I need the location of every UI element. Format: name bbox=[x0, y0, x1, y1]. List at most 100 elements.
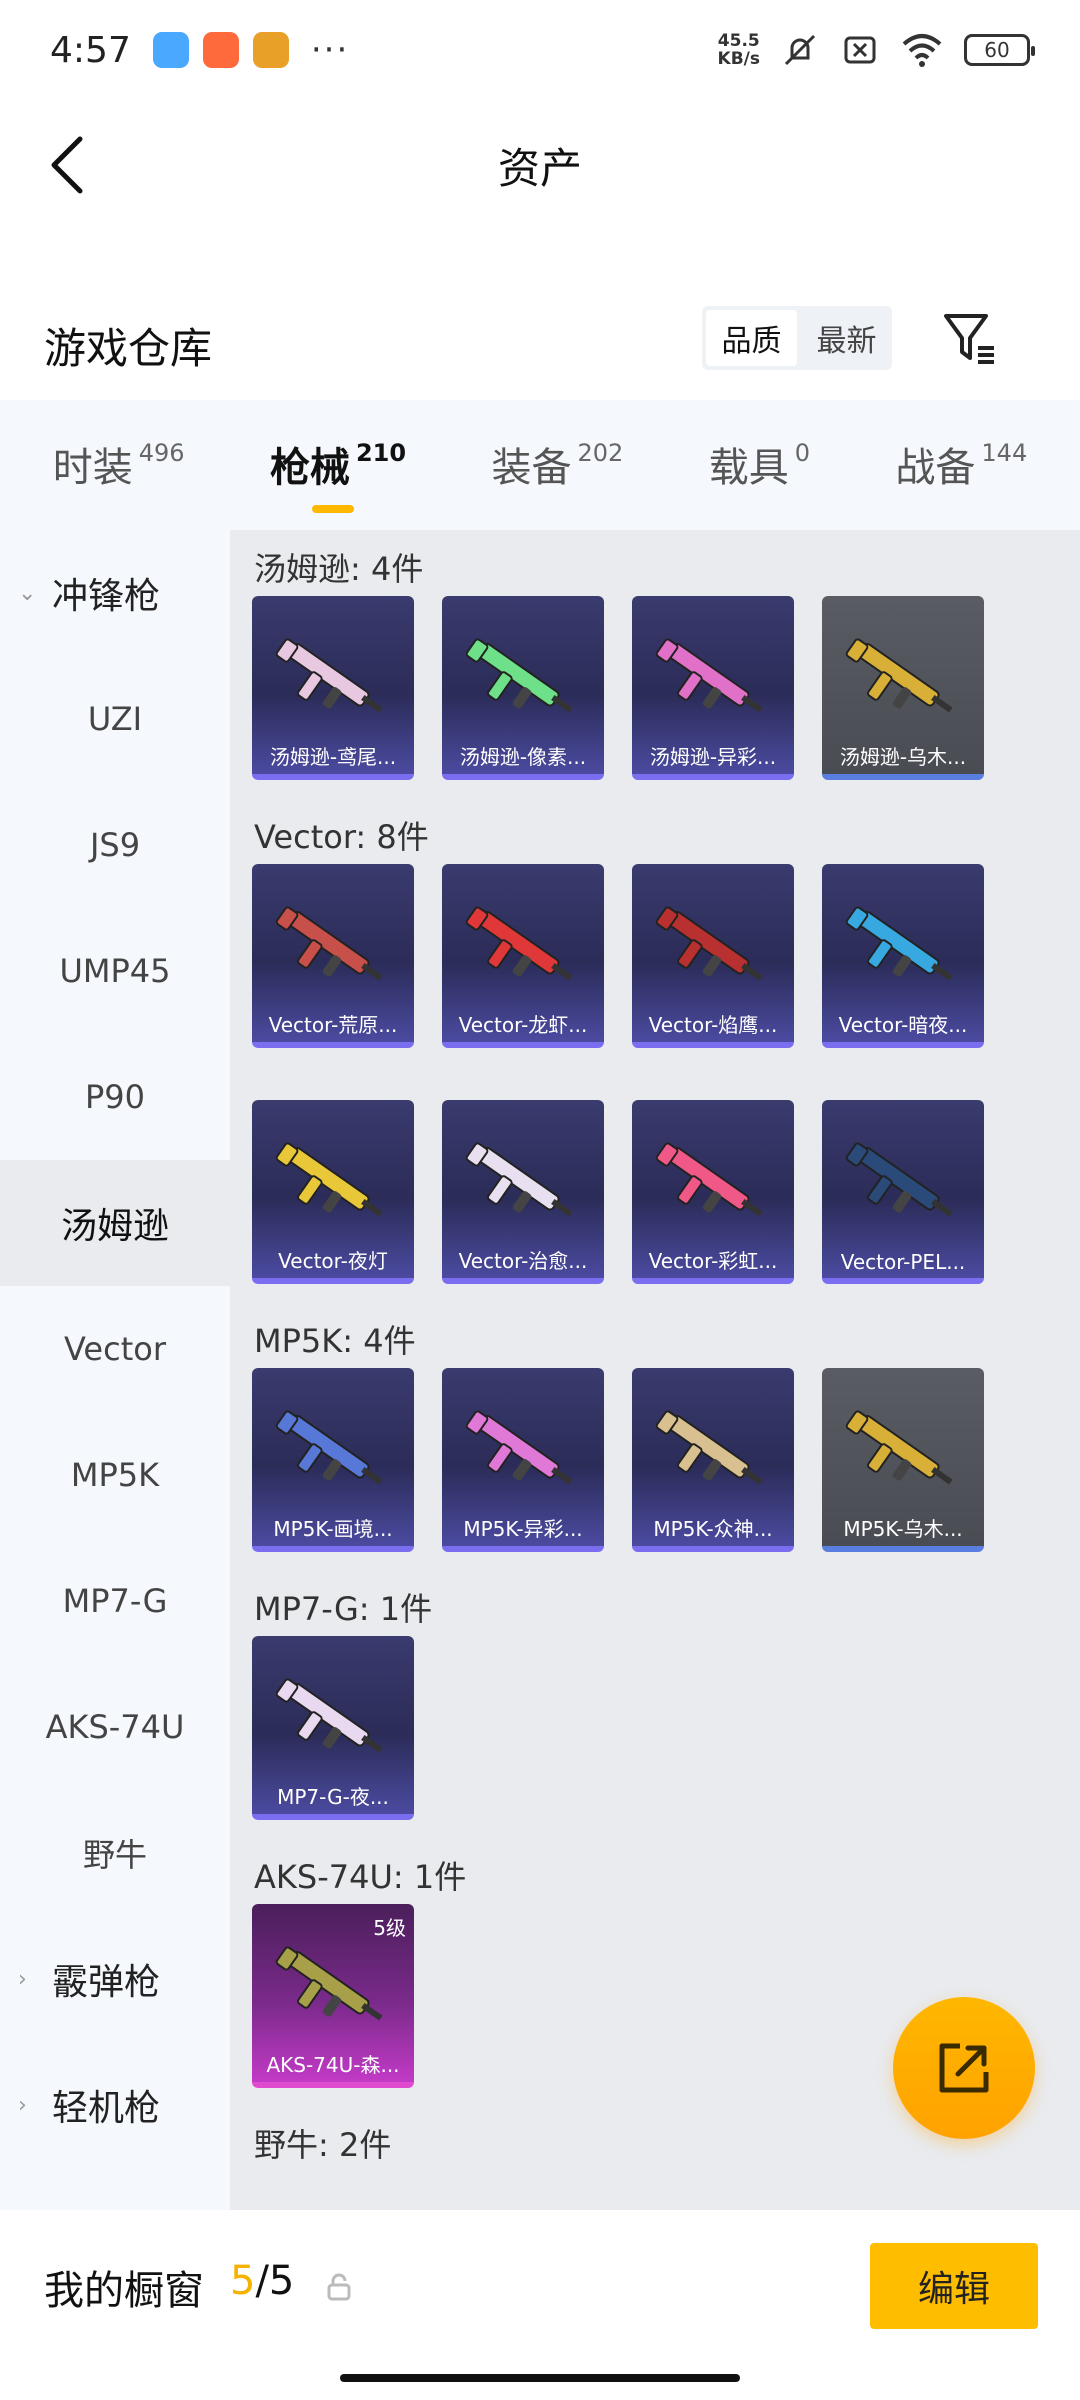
sidebar-item-label: MP7-G bbox=[62, 1582, 168, 1620]
filter-button[interactable] bbox=[940, 308, 1000, 368]
weapon-skin-image bbox=[842, 624, 964, 734]
warehouse-title: 游戏仓库 bbox=[44, 323, 213, 373]
sidebar-item-label: Vector bbox=[64, 1330, 166, 1368]
weapon-skin-image bbox=[462, 1396, 584, 1506]
sidebar-item[interactable]: UMP45 bbox=[0, 908, 230, 1034]
status-bar: 4:57 ··· 45.5 KB/s 60 bbox=[0, 0, 1080, 100]
item-card[interactable]: MP5K-异彩... bbox=[442, 1368, 604, 1552]
item-card[interactable]: Vector-PEL... bbox=[822, 1100, 984, 1284]
item-card[interactable]: Vector-治愈... bbox=[442, 1100, 604, 1284]
weapon-skin-image bbox=[272, 1664, 394, 1774]
weapon-skin-image bbox=[462, 624, 584, 734]
sidebar-item[interactable]: Vector bbox=[0, 1286, 230, 1412]
weapon-skin-image bbox=[842, 892, 964, 1002]
home-indicator[interactable] bbox=[340, 2374, 740, 2382]
group-title: AKS-74U: 1件 bbox=[254, 1858, 467, 1896]
item-name: 汤姆逊-异彩... bbox=[649, 745, 777, 769]
mute-icon bbox=[784, 34, 816, 66]
item-card[interactable]: Vector-彩虹... bbox=[632, 1100, 794, 1284]
group-title: MP5K: 4件 bbox=[254, 1322, 416, 1360]
battery-icon: 60 bbox=[964, 34, 1035, 66]
tab-equipment[interactable]: 装备 202 bbox=[491, 435, 623, 495]
category-tabs: 时装 496 枪械 210 装备 202 载具 0 战备 144 bbox=[0, 400, 1080, 530]
app-notification-icon bbox=[202, 32, 239, 68]
edit-button[interactable]: 编辑 bbox=[870, 2243, 1038, 2329]
sidebar-item-label: 霰弹枪 bbox=[52, 1962, 161, 2003]
sidebar-item-label: 轻机枪 bbox=[52, 2088, 161, 2129]
showcase-count-current: 5 bbox=[230, 2258, 256, 2304]
group-title: 野牛: 2件 bbox=[254, 2126, 392, 2164]
item-name: 汤姆逊-鸢尾... bbox=[269, 745, 397, 769]
item-card[interactable]: Vector-焰鹰... bbox=[632, 864, 794, 1048]
item-card[interactable]: Vector-荒原... bbox=[252, 864, 414, 1048]
sim-off-icon bbox=[844, 36, 876, 64]
item-card[interactable]: 5级 AKS-74U-森... bbox=[252, 1904, 414, 2088]
item-name: Vector-治愈... bbox=[458, 1249, 588, 1273]
sidebar-item[interactable]: UZI bbox=[0, 656, 230, 782]
item-card[interactable]: MP5K-乌木... bbox=[822, 1368, 984, 1552]
sort-option-quality[interactable]: 品质 bbox=[706, 310, 797, 366]
sidebar-item[interactable]: AKS-74U bbox=[0, 1664, 230, 1790]
sidebar-category[interactable]: › 霰弹枪 bbox=[0, 1916, 230, 2042]
item-name: MP5K-众神... bbox=[653, 1517, 773, 1541]
more-notifications-icon: ··· bbox=[310, 30, 350, 70]
weapon-skin-image bbox=[652, 624, 774, 734]
tab-count: 496 bbox=[138, 439, 185, 467]
sidebar-category[interactable]: › 轻机枪 bbox=[0, 2042, 230, 2168]
item-name: Vector-暗夜... bbox=[838, 1013, 968, 1037]
back-button[interactable] bbox=[38, 130, 98, 200]
sidebar-item[interactable]: JS9 bbox=[0, 782, 230, 908]
tab-label: 时装 bbox=[52, 445, 133, 491]
tab-label: 战备 bbox=[895, 445, 976, 491]
item-card[interactable]: 汤姆逊-异彩... bbox=[632, 596, 794, 780]
sidebar-item[interactable]: P90 bbox=[0, 1034, 230, 1160]
sidebar-item-label: UZI bbox=[87, 700, 143, 738]
lock-icon bbox=[327, 2273, 351, 2301]
sidebar-item-label: 冲锋枪 bbox=[52, 576, 161, 617]
share-button[interactable] bbox=[893, 1997, 1035, 2139]
item-card[interactable]: MP5K-众神... bbox=[632, 1368, 794, 1552]
item-level-badge: 5级 bbox=[373, 1916, 406, 1940]
item-card[interactable]: MP5K-画境... bbox=[252, 1368, 414, 1552]
tab-firearms[interactable]: 枪械 210 bbox=[270, 435, 406, 513]
tab-fashion[interactable]: 时装 496 bbox=[53, 435, 185, 495]
weapon-skin-image bbox=[462, 892, 584, 1002]
status-right: 45.5 KB/s 60 bbox=[717, 30, 1035, 70]
chevron-right-icon: › bbox=[18, 1966, 27, 1992]
warehouse-header: 游戏仓库 品质 最新 bbox=[0, 290, 1080, 400]
item-card[interactable]: MP7-G-夜... bbox=[252, 1636, 414, 1820]
app-notification-icon bbox=[252, 32, 289, 68]
tab-vehicles[interactable]: 载具 0 bbox=[709, 435, 810, 495]
item-name: MP7-G-夜... bbox=[277, 1785, 389, 1809]
chevron-left-icon bbox=[51, 136, 83, 194]
sort-option-newest[interactable]: 最新 bbox=[801, 306, 892, 370]
item-card[interactable]: Vector-夜灯 bbox=[252, 1100, 414, 1284]
item-card[interactable]: 汤姆逊-乌木... bbox=[822, 596, 984, 780]
wifi-icon bbox=[902, 34, 942, 67]
showcase-bar: 我的橱窗 5/5 编辑 bbox=[0, 2210, 1080, 2400]
group-title: 汤姆逊: 4件 bbox=[254, 550, 424, 588]
item-card[interactable]: Vector-暗夜... bbox=[822, 864, 984, 1048]
weapon-sidebar: ⌄ 冲锋枪 UZI JS9 UMP45 P90 汤姆逊 Vector MP5K MP7-G AKS-… bbox=[0, 530, 230, 2210]
weapon-skin-image bbox=[272, 1396, 394, 1506]
item-name: Vector-焰鹰... bbox=[648, 1013, 778, 1037]
status-time: 4:57 bbox=[50, 29, 131, 71]
tab-label: 装备 bbox=[491, 445, 572, 491]
tab-combat-gear[interactable]: 战备 144 bbox=[895, 435, 1027, 495]
net-speed: 45.5 KB/s bbox=[717, 31, 760, 69]
weapon-skin-image bbox=[272, 1932, 394, 2042]
sidebar-item[interactable]: MP7-G bbox=[0, 1538, 230, 1664]
sidebar-item[interactable]: MP5K bbox=[0, 1412, 230, 1538]
sidebar-item-label: MP5K bbox=[70, 1456, 160, 1494]
page-title: 资产 bbox=[497, 143, 582, 193]
item-card[interactable]: Vector-龙虾... bbox=[442, 864, 604, 1048]
sidebar-category[interactable]: ⌄ 冲锋枪 bbox=[0, 530, 230, 656]
filter-icon bbox=[944, 314, 994, 364]
item-card[interactable]: 汤姆逊-鸢尾... bbox=[252, 596, 414, 780]
item-card[interactable]: 汤姆逊-像素... bbox=[442, 596, 604, 780]
sidebar-item[interactable]: 野牛 bbox=[0, 1790, 230, 1916]
sidebar-item-label: P90 bbox=[84, 1078, 145, 1116]
item-name: 汤姆逊-乌木... bbox=[839, 745, 967, 769]
sidebar-item[interactable]: 汤姆逊 bbox=[0, 1160, 230, 1286]
sidebar-item-label: UMP45 bbox=[59, 952, 171, 990]
